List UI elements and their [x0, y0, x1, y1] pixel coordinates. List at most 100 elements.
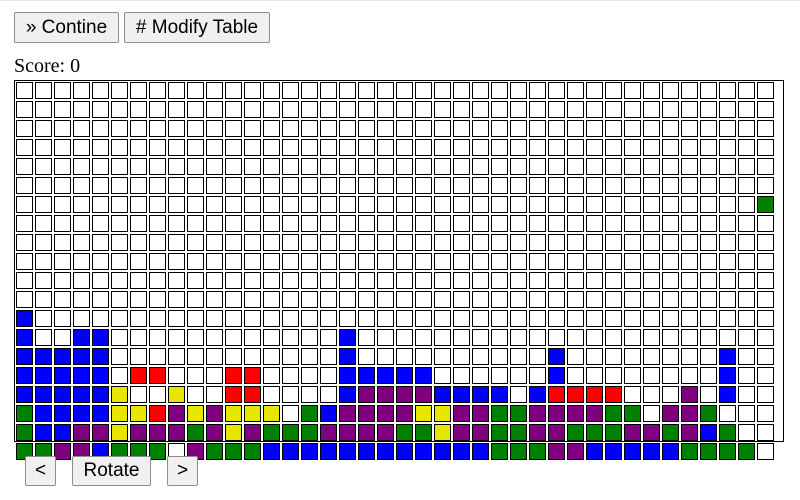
empty-cell: [662, 329, 679, 346]
filled-cell: [187, 424, 204, 441]
empty-cell: [757, 139, 774, 156]
game-board[interactable]: [14, 80, 784, 460]
empty-cell: [719, 272, 736, 289]
empty-cell: [73, 101, 90, 118]
filled-cell: [662, 443, 679, 460]
continue-button[interactable]: » Contine: [14, 12, 119, 43]
empty-cell: [111, 82, 128, 99]
empty-cell: [206, 329, 223, 346]
empty-cell: [434, 120, 451, 137]
empty-cell: [244, 348, 261, 365]
filled-cell: [16, 367, 33, 384]
empty-cell: [282, 101, 299, 118]
empty-cell: [206, 101, 223, 118]
filled-cell: [396, 443, 413, 460]
empty-cell: [187, 158, 204, 175]
empty-cell: [434, 329, 451, 346]
empty-cell: [358, 272, 375, 289]
empty-cell: [415, 158, 432, 175]
empty-cell: [491, 196, 508, 213]
empty-cell: [187, 234, 204, 251]
empty-cell: [301, 120, 318, 137]
filled-cell: [567, 405, 584, 422]
empty-cell: [187, 348, 204, 365]
filled-cell: [73, 329, 90, 346]
empty-cell: [453, 272, 470, 289]
empty-cell: [16, 234, 33, 251]
empty-cell: [130, 158, 147, 175]
empty-cell: [111, 101, 128, 118]
empty-cell: [738, 367, 755, 384]
empty-cell: [263, 329, 280, 346]
empty-cell: [586, 310, 603, 327]
empty-cell: [320, 234, 337, 251]
filled-cell: [377, 386, 394, 403]
empty-cell: [301, 101, 318, 118]
move-left-button[interactable]: <: [25, 456, 56, 486]
empty-cell: [35, 215, 52, 232]
empty-cell: [681, 310, 698, 327]
empty-cell: [396, 329, 413, 346]
empty-cell: [453, 101, 470, 118]
filled-cell: [491, 386, 508, 403]
empty-cell: [111, 329, 128, 346]
empty-cell: [54, 291, 71, 308]
filled-cell: [130, 424, 147, 441]
empty-cell: [719, 215, 736, 232]
rotate-button[interactable]: Rotate: [72, 456, 151, 486]
empty-cell: [168, 329, 185, 346]
empty-cell: [719, 139, 736, 156]
empty-cell: [567, 310, 584, 327]
empty-cell: [358, 158, 375, 175]
empty-cell: [339, 82, 356, 99]
empty-cell: [700, 101, 717, 118]
empty-cell: [567, 253, 584, 270]
empty-cell: [320, 310, 337, 327]
filled-cell: [168, 386, 185, 403]
empty-cell: [472, 215, 489, 232]
empty-cell: [282, 405, 299, 422]
empty-cell: [168, 215, 185, 232]
empty-cell: [92, 82, 109, 99]
empty-cell: [681, 82, 698, 99]
empty-cell: [643, 234, 660, 251]
empty-cell: [738, 215, 755, 232]
empty-cell: [548, 101, 565, 118]
empty-cell: [757, 405, 774, 422]
empty-cell: [586, 101, 603, 118]
filled-cell: [358, 386, 375, 403]
empty-cell: [738, 120, 755, 137]
empty-cell: [92, 215, 109, 232]
empty-cell: [92, 101, 109, 118]
empty-cell: [149, 82, 166, 99]
filled-cell: [434, 386, 451, 403]
filled-cell: [377, 367, 394, 384]
empty-cell: [377, 310, 394, 327]
empty-cell: [111, 139, 128, 156]
empty-cell: [510, 348, 527, 365]
empty-cell: [700, 158, 717, 175]
empty-cell: [377, 82, 394, 99]
filled-cell: [358, 367, 375, 384]
empty-cell: [548, 139, 565, 156]
empty-cell: [719, 405, 736, 422]
empty-cell: [282, 196, 299, 213]
empty-cell: [586, 367, 603, 384]
empty-cell: [282, 272, 299, 289]
modify-table-button[interactable]: # Modify Table: [124, 12, 270, 43]
empty-cell: [282, 291, 299, 308]
filled-cell: [35, 405, 52, 422]
empty-cell: [16, 253, 33, 270]
filled-cell: [16, 424, 33, 441]
empty-cell: [700, 177, 717, 194]
empty-cell: [415, 291, 432, 308]
empty-cell: [529, 120, 546, 137]
empty-cell: [719, 158, 736, 175]
empty-cell: [415, 82, 432, 99]
move-right-button[interactable]: >: [167, 456, 198, 486]
empty-cell: [225, 272, 242, 289]
filled-cell: [282, 424, 299, 441]
empty-cell: [54, 177, 71, 194]
empty-cell: [320, 139, 337, 156]
empty-cell: [719, 101, 736, 118]
